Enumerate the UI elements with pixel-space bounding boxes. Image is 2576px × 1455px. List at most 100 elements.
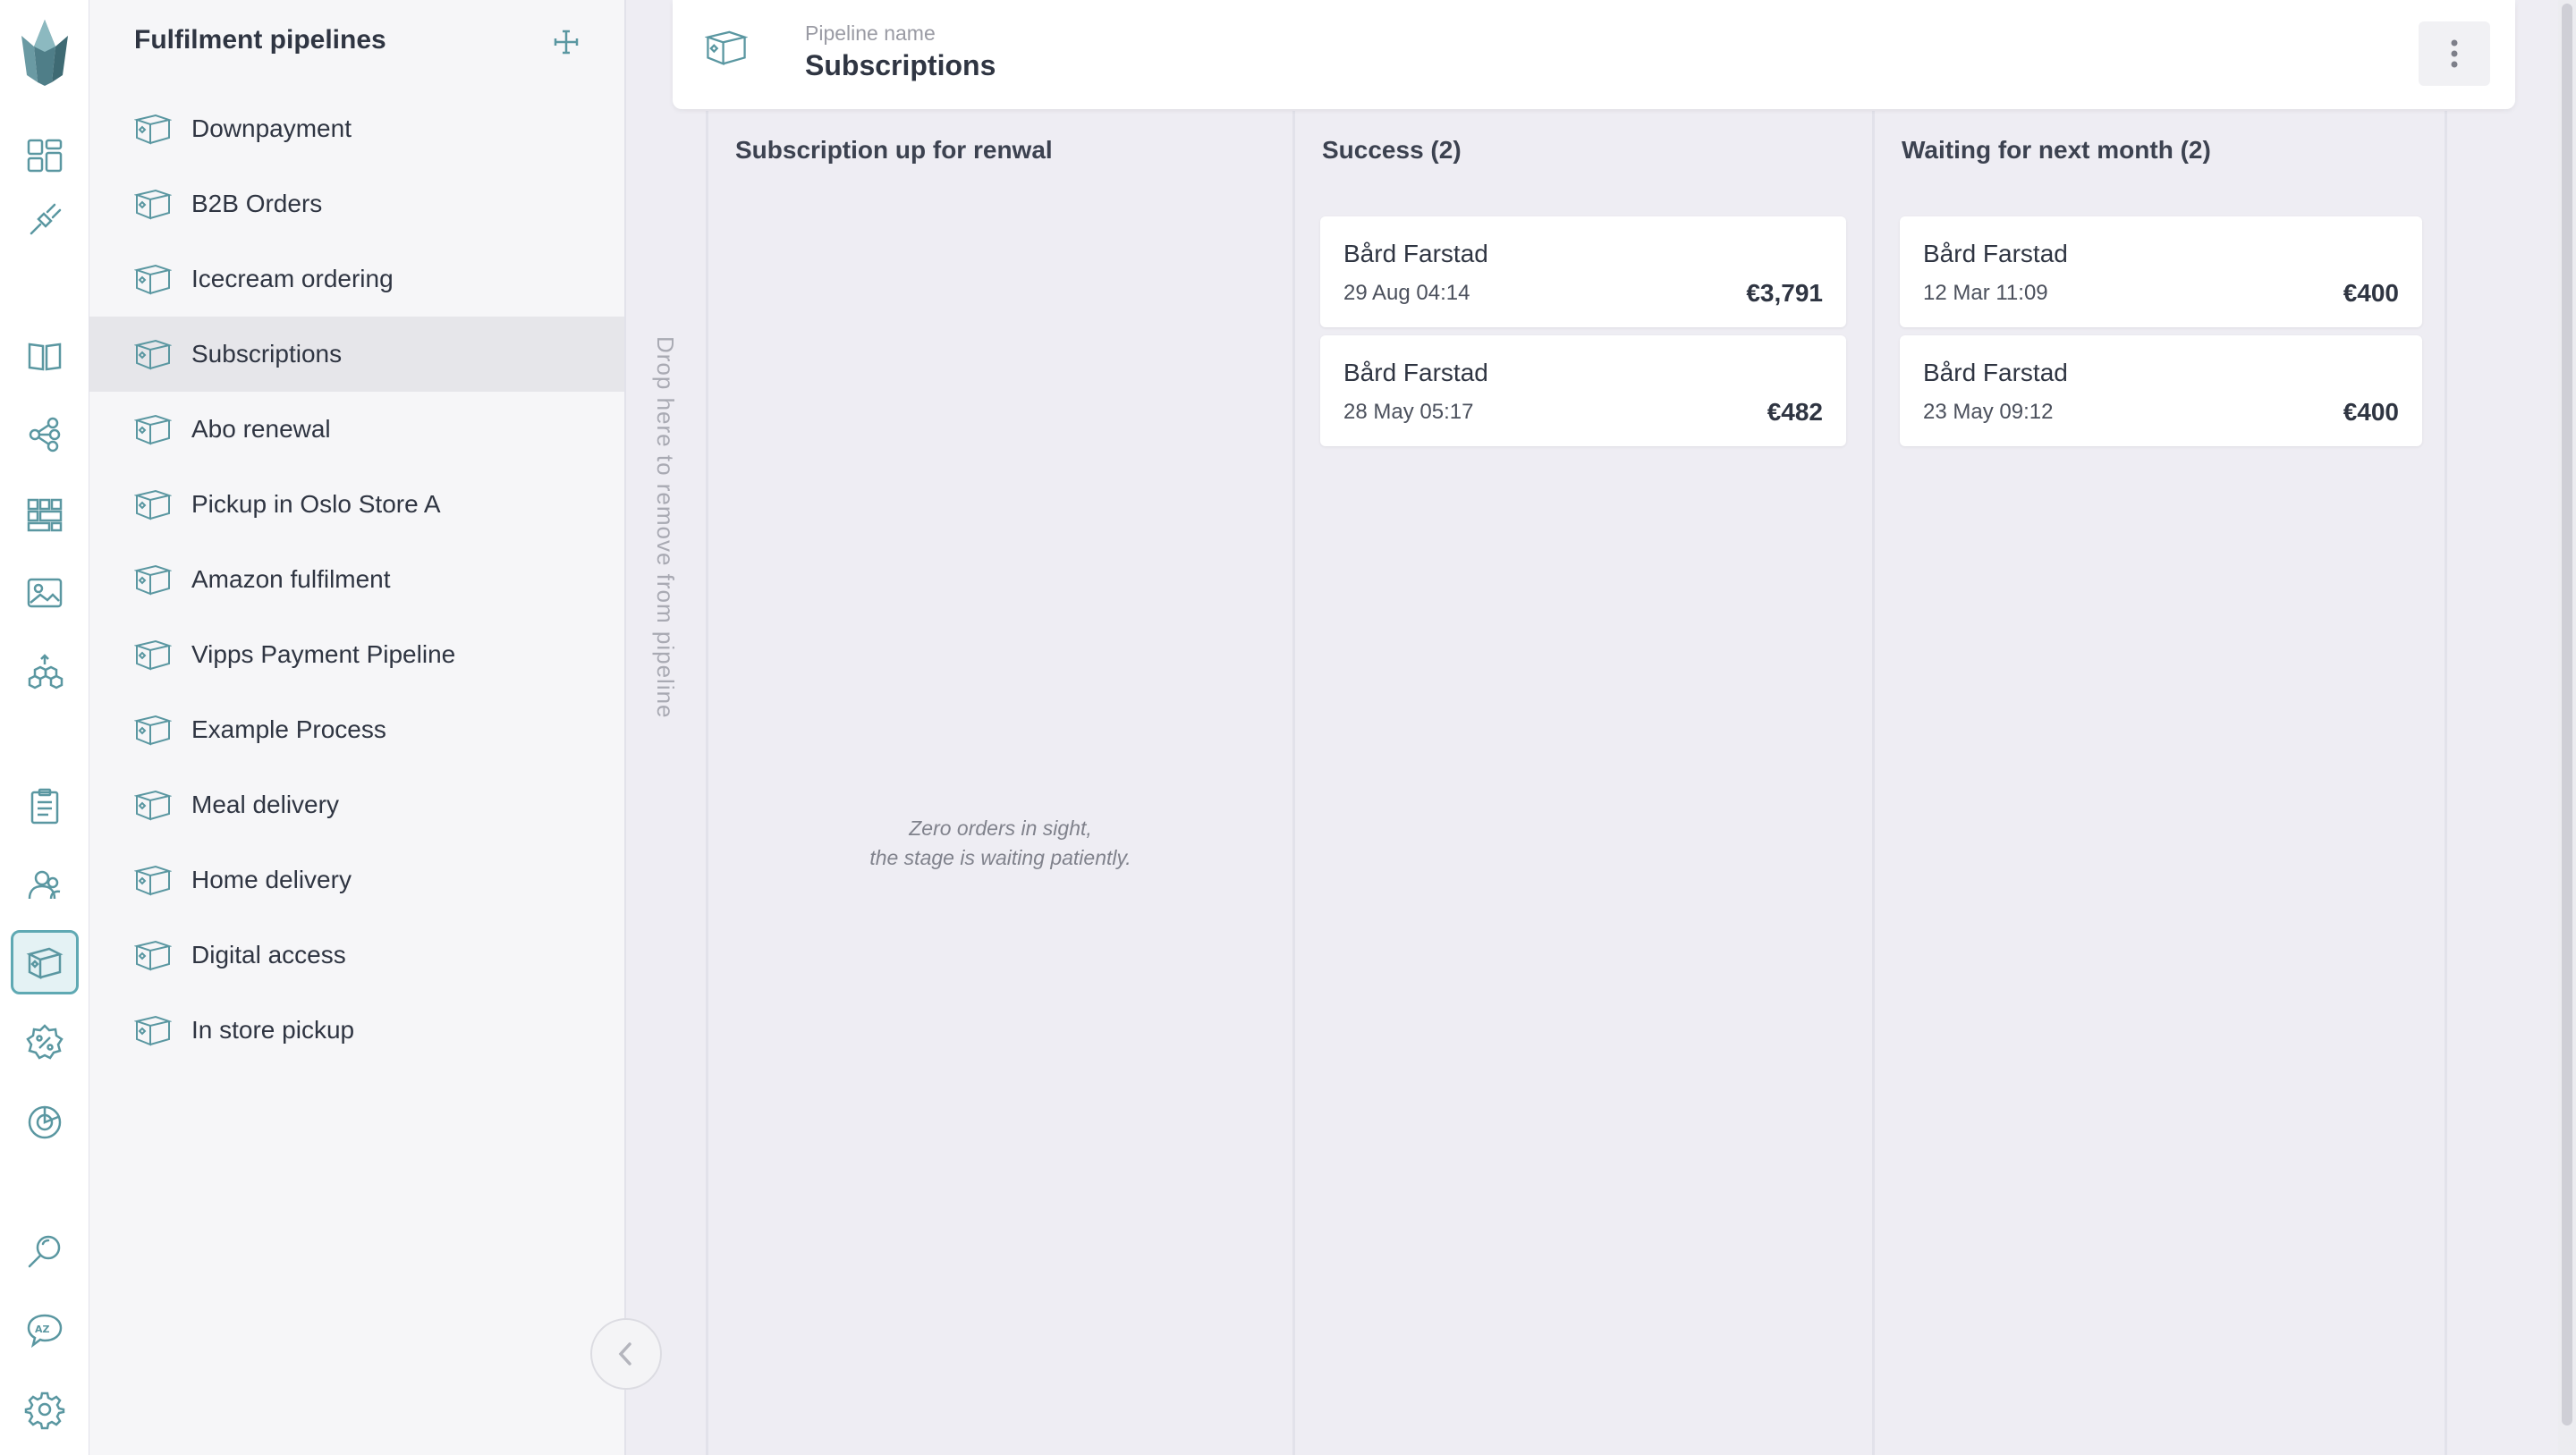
- empty-stage-message: Zero orders in sight, the stage is waiti…: [708, 814, 1292, 873]
- stage-column-success: Success (2) Bård Farstad 29 Aug 04:14 €3…: [1295, 111, 1875, 1455]
- scrollbar-thumb[interactable]: [2562, 4, 2572, 1425]
- pipeline-item-b2b-orders[interactable]: B2B Orders: [89, 166, 624, 241]
- icon-rail: AZ: [0, 0, 89, 1455]
- box-icon: [134, 790, 172, 821]
- pipeline-item-label: Example Process: [191, 715, 386, 743]
- pipeline-item-label: Vipps Payment Pipeline: [191, 640, 456, 668]
- more-options-button[interactable]: [2419, 21, 2490, 86]
- shapes-icon: [28, 654, 64, 689]
- image-icon: [27, 578, 63, 608]
- rail-integrations-button[interactable]: [11, 188, 79, 252]
- order-amount: €400: [2343, 279, 2399, 307]
- pipeline-item-subscriptions[interactable]: Subscriptions: [89, 317, 624, 392]
- rail-topics-button[interactable]: [11, 402, 79, 467]
- reports-icon: [28, 1105, 62, 1139]
- box-icon: [134, 264, 172, 295]
- rail-dashboard-button[interactable]: [11, 123, 79, 188]
- pipeline-name-value[interactable]: Subscriptions: [805, 49, 996, 82]
- rail-discounts-button[interactable]: [11, 1011, 79, 1075]
- order-amount: €3,791: [1746, 279, 1823, 307]
- sidebar-title: Fulfilment pipelines: [134, 25, 386, 55]
- order-card[interactable]: Bård Farstad 29 Aug 04:14 €3,791: [1320, 216, 1846, 327]
- svg-text:AZ: AZ: [35, 1324, 50, 1335]
- catalogue-icon: [28, 343, 62, 371]
- translation-icon: AZ: [27, 1314, 63, 1349]
- pipeline-item-amazon-fulfilment[interactable]: Amazon fulfilment: [89, 542, 624, 617]
- order-date: 12 Mar 11:09: [1923, 281, 2048, 305]
- pipeline-item-meal-delivery[interactable]: Meal delivery: [89, 767, 624, 842]
- drop-zone-text: Drop here to remove from pipeline: [652, 336, 679, 719]
- add-pipeline-button[interactable]: [544, 23, 589, 61]
- box-icon: [134, 114, 172, 145]
- more-vertical-icon: [2451, 39, 2458, 68]
- rail-shapes-button[interactable]: [11, 639, 79, 703]
- rail-translations-button[interactable]: AZ: [11, 1299, 79, 1363]
- order-customer-name: Bård Farstad: [1343, 240, 1488, 267]
- rail-catalogue-button[interactable]: [11, 324, 79, 388]
- pipeline-item-abo-renewal[interactable]: Abo renewal: [89, 392, 624, 467]
- rail-search-button[interactable]: [11, 1220, 79, 1284]
- discount-icon: [26, 1024, 64, 1060]
- pipeline-item-label: Icecream ordering: [191, 265, 394, 292]
- order-card[interactable]: Bård Farstad 23 May 09:12 €400: [1900, 335, 2422, 446]
- box-icon: [134, 489, 172, 520]
- order-card[interactable]: Bård Farstad 28 May 05:17 €482: [1320, 335, 1846, 446]
- rail-media-button[interactable]: [11, 561, 79, 625]
- pipeline-item-label: Amazon fulfilment: [191, 565, 391, 593]
- box-icon: [134, 715, 172, 746]
- order-card[interactable]: Bård Farstad 12 Mar 11:09 €400: [1900, 216, 2422, 327]
- topics-icon: [29, 417, 61, 453]
- scrollbar[interactable]: [2558, 0, 2576, 1455]
- box-icon: [134, 940, 172, 971]
- fulfilment-icon: [26, 947, 64, 980]
- pipeline-header: Pipeline name Subscriptions: [673, 0, 2515, 109]
- rail-reports-button[interactable]: [11, 1089, 79, 1154]
- stage-column-waiting: Waiting for next month (2) Bård Farstad …: [1875, 111, 2447, 1455]
- pipeline-item-example-process[interactable]: Example Process: [89, 692, 624, 767]
- pipeline-board: Drop here to remove from pipeline Subscr…: [628, 0, 2576, 1455]
- pipeline-item-downpayment[interactable]: Downpayment: [89, 91, 624, 166]
- order-customer-name: Bård Farstad: [1923, 359, 2068, 386]
- rail-orders-button[interactable]: [11, 774, 79, 839]
- box-icon: [134, 639, 172, 671]
- gear-icon: [24, 1392, 65, 1430]
- rail-customers-button[interactable]: [11, 853, 79, 918]
- order-date: 23 May 09:12: [1923, 400, 2054, 424]
- pipeline-item-label: Meal delivery: [191, 791, 339, 818]
- pipeline-item-digital-access[interactable]: Digital access: [89, 918, 624, 993]
- pipeline-list: Downpayment B2B Orders Icecream ordering…: [89, 91, 624, 1068]
- rail-settings-button[interactable]: [11, 1377, 79, 1442]
- pipeline-item-home-delivery[interactable]: Home delivery: [89, 842, 624, 918]
- customers-icon: [28, 870, 61, 900]
- pipelines-sidebar: Fulfilment pipelines Downpayment B2B Ord…: [89, 0, 662, 1455]
- rail-fulfilment-button[interactable]: [11, 930, 79, 994]
- box-icon: [134, 1015, 172, 1046]
- stage-title: Waiting for next month (2): [1902, 136, 2211, 164]
- crystallize-logo-icon[interactable]: [16, 16, 73, 88]
- order-amount: €400: [2343, 398, 2399, 426]
- stage-title: Success (2): [1322, 136, 1462, 164]
- box-icon: [134, 865, 172, 896]
- pipeline-item-label: B2B Orders: [191, 190, 323, 217]
- orders-icon: [30, 788, 59, 825]
- pipeline-item-label: In store pickup: [191, 1016, 355, 1044]
- remove-drop-zone[interactable]: Drop here to remove from pipeline: [628, 111, 708, 1455]
- box-icon: [134, 189, 172, 220]
- pipeline-item-label: Abo renewal: [191, 415, 331, 443]
- plug-icon: [30, 203, 62, 235]
- pipeline-item-label: Digital access: [191, 941, 346, 969]
- box-icon: [134, 414, 172, 445]
- rail-grids-button[interactable]: [11, 483, 79, 547]
- pipeline-item-label: Home delivery: [191, 866, 352, 893]
- stage-column-renewal: Subscription up for renwal Zero orders i…: [708, 111, 1295, 1455]
- app-root: AZ Fulfilment pipelines Downpayment B2B …: [0, 0, 2576, 1455]
- pipeline-item-vipps-payment[interactable]: Vipps Payment Pipeline: [89, 617, 624, 692]
- pipeline-item-in-store-pickup[interactable]: In store pickup: [89, 993, 624, 1068]
- pipeline-item-icecream-ordering[interactable]: Icecream ordering: [89, 241, 624, 317]
- pipeline-item-label: Subscriptions: [191, 340, 343, 368]
- plus-icon: [554, 30, 579, 55]
- order-date: 29 Aug 04:14: [1343, 281, 1470, 305]
- pipeline-item-pickup-oslo[interactable]: Pickup in Oslo Store A: [89, 467, 624, 542]
- grid-icon: [27, 498, 63, 532]
- pipeline-item-label: Pickup in Oslo Store A: [191, 490, 441, 518]
